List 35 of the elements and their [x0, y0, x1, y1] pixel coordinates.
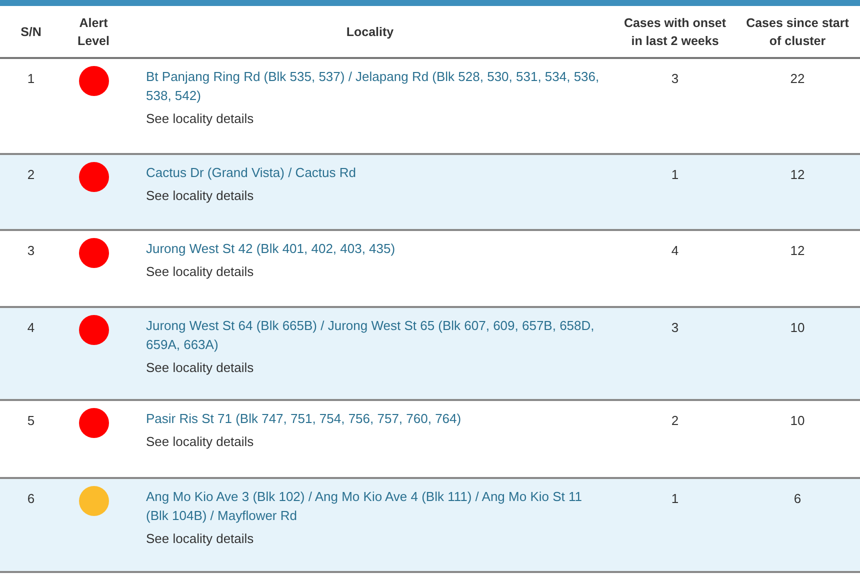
table-cell: 4 — [671, 243, 679, 258]
table-cell: 12 — [790, 243, 805, 258]
table-cell: 2 — [27, 167, 35, 182]
table-cell: 22 — [790, 71, 805, 86]
details-link[interactable]: See locality details — [146, 529, 254, 548]
details-link[interactable]: See locality details — [146, 186, 254, 205]
table-cell: 3 — [671, 320, 679, 335]
column-header: Cases since start of cluster — [745, 14, 850, 50]
column-header: Alert Level — [76, 14, 110, 50]
details-link[interactable]: See locality details — [146, 262, 254, 281]
table-cell: 5 — [27, 413, 35, 428]
details-link[interactable]: See locality details — [146, 432, 254, 451]
table-cell: 1 — [671, 491, 679, 506]
locality-link[interactable]: Ang Mo Kio Ave 3 (Blk 102) / Ang Mo Kio Ave 4 (Blk 111) / Ang Mo Kio St 11 (Blk 104B) / Mayflower Rd — [146, 487, 606, 525]
table-cell: 2 — [671, 413, 679, 428]
table-cell: 6 — [27, 491, 35, 506]
column-header: Locality — [345, 24, 395, 40]
table-cell: 3 — [27, 243, 35, 258]
table-cell: 1 — [671, 167, 679, 182]
locality-link[interactable]: Pasir Ris St 71 (Blk 747, 751, 754, 756, 757, 760, 764) — [146, 409, 606, 428]
locality-link[interactable]: Cactus Dr (Grand Vista) / Cactus Rd — [146, 163, 606, 182]
table-cell: 6 — [794, 491, 802, 506]
details-link[interactable]: See locality details — [146, 109, 254, 128]
column-header: S/N — [20, 24, 42, 40]
table-cell: 10 — [790, 413, 805, 428]
table-cell: 1 — [27, 71, 35, 86]
locality-link[interactable]: Jurong West St 42 (Blk 401, 402, 403, 435) — [146, 239, 606, 258]
locality-link[interactable]: Jurong West St 64 (Blk 665B) / Jurong West St 65 (Blk 607, 609, 657B, 658D, 659A, 663A) — [146, 316, 606, 354]
locality-link[interactable]: Bt Panjang Ring Rd (Blk 535, 537) / Jelapang Rd (Blk 528, 530, 531, 534, 536, 538, 542) — [146, 67, 606, 105]
table-cell: 4 — [27, 320, 35, 335]
table-cell: 10 — [790, 320, 805, 335]
details-link[interactable]: See locality details — [146, 358, 254, 377]
column-header: Cases with onset in last 2 weeks — [622, 14, 728, 50]
table-cell: 12 — [790, 167, 805, 182]
table-cell: 3 — [671, 71, 679, 86]
